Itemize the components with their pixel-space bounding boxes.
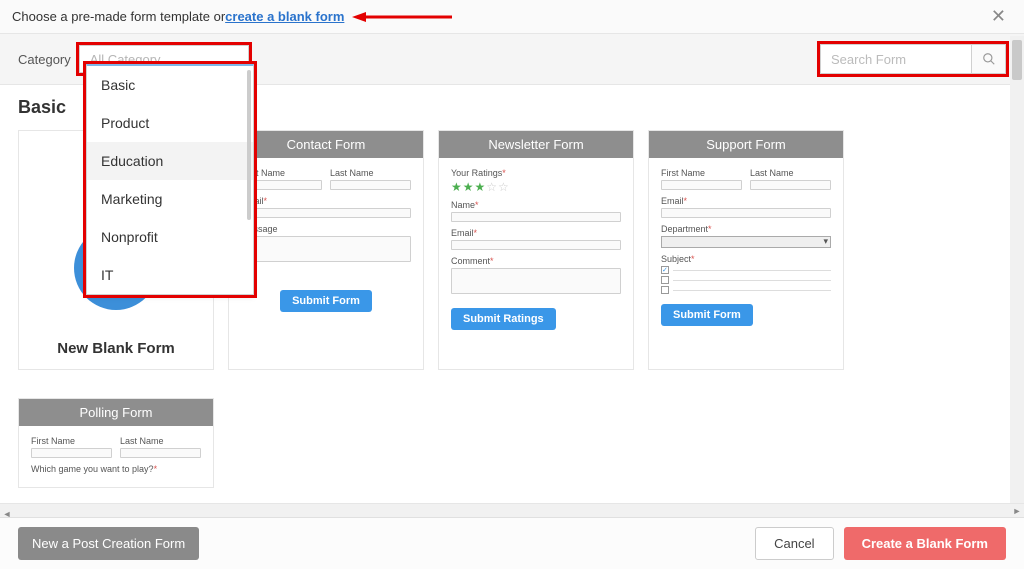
- dropdown-scrollbar-thumb[interactable]: [247, 70, 251, 220]
- vertical-scrollbar[interactable]: [1010, 36, 1024, 503]
- dialog-footer: New a Post Creation Form Cancel Create a…: [0, 517, 1024, 569]
- cancel-button[interactable]: Cancel: [755, 527, 833, 560]
- field-label: Which game you want to play?: [31, 464, 154, 474]
- submit-button-preview: Submit Ratings: [451, 308, 556, 330]
- template-card-contact[interactable]: Contact Form First Name Last Name Email*…: [228, 130, 424, 370]
- category-option-basic[interactable]: Basic: [87, 66, 253, 104]
- field-label: Message: [241, 224, 411, 234]
- new-post-creation-form-button[interactable]: New a Post Creation Form: [18, 527, 199, 560]
- field-label: First Name: [661, 168, 742, 178]
- template-card-support[interactable]: Support Form First Name Last Name Email*…: [648, 130, 844, 370]
- search-form-field[interactable]: [820, 44, 1006, 74]
- category-option-marketing[interactable]: Marketing: [87, 180, 253, 218]
- rating-stars-icon: ★★★☆☆: [451, 180, 621, 194]
- submit-button-preview: Submit Form: [280, 290, 372, 312]
- annotation-arrow-icon: [352, 10, 452, 24]
- create-blank-form-button[interactable]: Create a Blank Form: [844, 527, 1006, 560]
- template-card-newsletter[interactable]: Newsletter Form Your Ratings* ★★★☆☆ Name…: [438, 130, 634, 370]
- search-button[interactable]: [971, 45, 1005, 73]
- new-blank-form-label: New Blank Form: [57, 340, 175, 357]
- field-label: Department: [661, 224, 708, 234]
- submit-button-preview: Submit Form: [661, 304, 753, 326]
- field-label: Last Name: [750, 168, 831, 178]
- field-label: Email: [451, 228, 474, 238]
- scroll-right-icon[interactable]: ►: [1010, 504, 1024, 518]
- close-icon[interactable]: ✕: [985, 6, 1012, 27]
- category-label: Category: [18, 52, 71, 67]
- field-label: Your Ratings: [451, 168, 502, 178]
- field-label: Last Name: [330, 168, 411, 178]
- field-label: Subject: [661, 254, 691, 264]
- category-option-nonprofit[interactable]: Nonprofit: [87, 218, 253, 256]
- template-card-polling[interactable]: Polling Form First Name Last Name Which …: [18, 398, 214, 488]
- card-title: Polling Form: [19, 399, 213, 426]
- field-label: Name: [451, 200, 475, 210]
- field-label: First Name: [31, 436, 112, 446]
- card-title: Contact Form: [229, 131, 423, 158]
- field-label: Comment: [451, 256, 490, 266]
- category-option-it[interactable]: IT: [87, 256, 253, 294]
- field-label: Last Name: [120, 436, 201, 446]
- top-instruction-text: Choose a pre-made form template or: [12, 9, 225, 24]
- category-dropdown-panel[interactable]: BasicProductEducationMarketingNonprofitI…: [86, 64, 254, 295]
- create-blank-form-link[interactable]: create a blank form: [225, 9, 344, 24]
- search-icon: [982, 52, 996, 66]
- card-title: Newsletter Form: [439, 131, 633, 158]
- category-option-product[interactable]: Product: [87, 104, 253, 142]
- top-instruction-bar: Choose a pre-made form template or creat…: [0, 0, 1024, 34]
- field-label: Email: [661, 196, 684, 206]
- horizontal-scrollbar[interactable]: ◄ ►: [0, 503, 1024, 517]
- category-option-education[interactable]: Education: [87, 142, 253, 180]
- search-input[interactable]: [821, 52, 971, 67]
- card-title: Support Form: [649, 131, 843, 158]
